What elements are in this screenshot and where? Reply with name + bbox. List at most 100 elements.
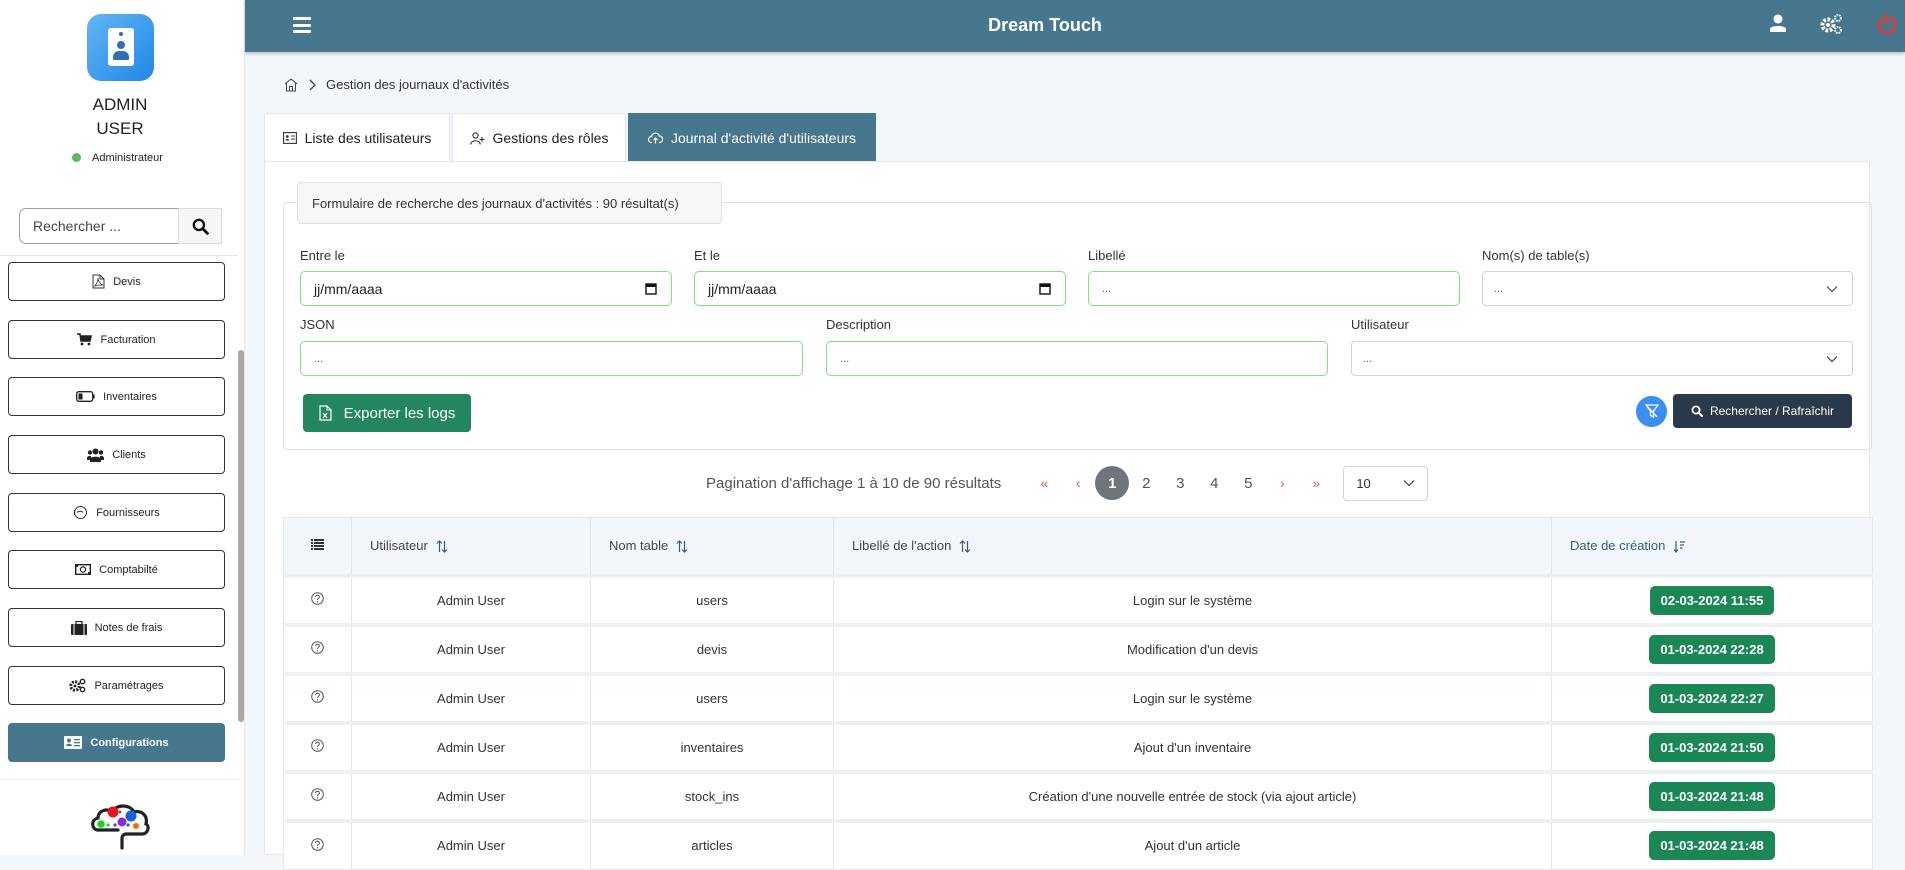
page-button[interactable]: 4 bbox=[1197, 475, 1231, 492]
search-form-legend: Formulaire de recherche des journaux d'a… bbox=[297, 182, 722, 224]
cloud-upload-icon bbox=[647, 132, 663, 144]
column-menu[interactable] bbox=[283, 517, 352, 576]
user-roles-icon bbox=[469, 131, 485, 145]
sidebar-item-configurations[interactable]: Configurations bbox=[8, 723, 225, 762]
user-name: ADMIN USER bbox=[92, 95, 148, 138]
utilisateur-select[interactable]: ... bbox=[1351, 341, 1853, 376]
column-header-date-creation[interactable]: Date de création bbox=[1551, 517, 1873, 576]
sidebar-item-comptabilite[interactable]: Comptabilté bbox=[8, 550, 225, 589]
row-info-cell[interactable] bbox=[283, 720, 352, 772]
clear-filters-button[interactable] bbox=[1636, 396, 1667, 427]
sidebar-item-notes-de-frais[interactable]: Notes de frais bbox=[8, 608, 225, 647]
cell-libelle-action: Login sur le système bbox=[833, 573, 1552, 625]
suitcase-icon bbox=[70, 620, 87, 635]
table-row[interactable]: Admin User stock_ins Création d'une nouvel… bbox=[283, 769, 1873, 821]
cell-libelle-action: Ajout d'un article bbox=[833, 818, 1552, 870]
sort-icon[interactable] bbox=[436, 540, 448, 554]
table-row[interactable]: Admin User users Login sur le système 02-03… bbox=[283, 573, 1873, 625]
page-button-current[interactable]: 1 bbox=[1095, 466, 1130, 500]
cell-libelle-action: Ajout d'un inventaire bbox=[833, 720, 1552, 772]
cell-utilisateur: Admin User bbox=[351, 573, 591, 625]
sidebar-item-inventaires[interactable]: Inventaires bbox=[8, 377, 225, 416]
sort-icon[interactable] bbox=[959, 540, 971, 554]
cell-nom-table: inventaires bbox=[590, 720, 834, 772]
sidebar-item-fournisseurs[interactable]: Fournisseurs bbox=[8, 493, 225, 532]
description-label: Description bbox=[826, 317, 892, 332]
app-title: Dream Touch bbox=[988, 15, 1102, 35]
sidebar-search-button[interactable] bbox=[178, 208, 222, 244]
start-date-input[interactable]: jj/mm/aaaa bbox=[300, 271, 672, 306]
question-circle-icon[interactable] bbox=[311, 788, 324, 801]
page-size-select[interactable]: 10 bbox=[1343, 465, 1429, 501]
row-info-cell[interactable] bbox=[283, 769, 352, 821]
gears-icon bbox=[69, 678, 86, 693]
table-row[interactable]: Admin User articles Ajout d'un article 01-0… bbox=[283, 818, 1873, 870]
cell-utilisateur: Admin User bbox=[351, 671, 591, 723]
row-info-cell[interactable] bbox=[283, 818, 352, 870]
cell-date-creation: 01-03-2024 21:50 bbox=[1551, 720, 1873, 772]
row-info-cell[interactable] bbox=[283, 622, 352, 674]
question-circle-icon[interactable] bbox=[311, 739, 324, 752]
calendar-icon[interactable] bbox=[1039, 282, 1051, 295]
date-badge: 02-03-2024 11:55 bbox=[1649, 585, 1775, 615]
question-circle-icon[interactable] bbox=[311, 837, 324, 851]
brand-logo-icon bbox=[91, 804, 150, 850]
row-info-cell[interactable] bbox=[283, 671, 352, 723]
cell-libelle-action: Modification d'un devis bbox=[833, 622, 1552, 674]
sort-icon[interactable] bbox=[676, 540, 688, 554]
last-page-button[interactable]: » bbox=[1299, 475, 1333, 491]
cell-utilisateur: Admin User bbox=[351, 720, 591, 772]
page-button[interactable]: 3 bbox=[1163, 475, 1197, 492]
file-pdf-icon bbox=[92, 274, 105, 289]
calendar-icon[interactable] bbox=[645, 282, 657, 295]
previous-page-button[interactable]: ‹ bbox=[1061, 475, 1095, 491]
chevron-down-icon bbox=[1403, 480, 1415, 487]
tables-select[interactable]: ... bbox=[1482, 271, 1853, 306]
end-date-input[interactable]: jj/mm/aaaa bbox=[694, 271, 1066, 306]
column-header-libelle-action[interactable]: Libellé de l'action bbox=[833, 517, 1552, 576]
date-badge: 01-03-2024 22:28 bbox=[1649, 634, 1775, 664]
sidebar-search-input[interactable] bbox=[19, 208, 178, 244]
search-icon bbox=[1691, 405, 1703, 417]
question-circle-icon[interactable] bbox=[311, 592, 324, 605]
sidebar-scrollbar[interactable] bbox=[238, 350, 244, 722]
user-icon[interactable] bbox=[1770, 14, 1786, 32]
export-logs-button[interactable]: Exporter les logs bbox=[303, 394, 471, 432]
tab-journal-activite[interactable]: Journal d'activité d'utilisateurs bbox=[628, 113, 876, 162]
row-info-cell[interactable] bbox=[283, 573, 352, 625]
cell-libelle-action: Login sur le système bbox=[833, 671, 1552, 723]
user-role: Administrateur bbox=[92, 152, 163, 164]
sidebar-item-facturation[interactable]: Facturation bbox=[8, 320, 225, 359]
tab-liste-utilisateurs[interactable]: Liste des utilisateurs bbox=[264, 113, 450, 162]
sidebar-item-clients[interactable]: Clients bbox=[8, 435, 225, 474]
json-input[interactable]: ... bbox=[300, 341, 803, 376]
libelle-input[interactable]: ... bbox=[1088, 271, 1460, 306]
search-refresh-button[interactable]: Rechercher / Rafraîchir bbox=[1673, 394, 1852, 428]
page-button[interactable]: 5 bbox=[1231, 475, 1265, 492]
tab-gestions-roles[interactable]: Gestions des rôles bbox=[452, 113, 626, 162]
column-header-nom-table[interactable]: Nom table bbox=[590, 517, 834, 576]
description-input[interactable]: ... bbox=[826, 341, 1328, 376]
table-row[interactable]: Admin User devis Modification d'un devis 01… bbox=[283, 622, 1873, 674]
page-button[interactable]: 2 bbox=[1129, 475, 1163, 492]
date-badge: 01-03-2024 21:50 bbox=[1649, 732, 1775, 762]
sort-descending-icon[interactable] bbox=[1673, 540, 1686, 554]
next-page-button[interactable]: › bbox=[1265, 475, 1299, 491]
table-header-row: Utilisateur Nom table Libellé de l'actio… bbox=[283, 517, 1873, 576]
table-row[interactable]: Admin User users Login sur le système 01-03… bbox=[283, 671, 1873, 723]
settings-icon[interactable] bbox=[1820, 13, 1844, 35]
cell-date-creation: 01-03-2024 21:48 bbox=[1551, 818, 1873, 870]
home-icon[interactable] bbox=[284, 77, 298, 92]
question-circle-icon[interactable] bbox=[311, 690, 324, 703]
sidebar-item-devis[interactable]: Devis bbox=[8, 262, 225, 301]
utilisateur-label: Utilisateur bbox=[1351, 317, 1409, 332]
cell-date-creation: 01-03-2024 22:27 bbox=[1551, 671, 1873, 723]
power-icon[interactable] bbox=[1877, 13, 1897, 34]
table-row[interactable]: Admin User inventaires Ajout d'un inventai… bbox=[283, 720, 1873, 772]
first-page-button[interactable]: « bbox=[1027, 475, 1061, 491]
pagination-info: Pagination d'affichage 1 à 10 de 90 résu… bbox=[706, 474, 1002, 492]
sidebar-item-parametrages[interactable]: Paramétrages bbox=[8, 666, 225, 705]
date-badge: 01-03-2024 21:48 bbox=[1649, 831, 1775, 861]
column-header-utilisateur[interactable]: Utilisateur bbox=[351, 517, 591, 576]
question-circle-icon[interactable] bbox=[311, 641, 324, 654]
